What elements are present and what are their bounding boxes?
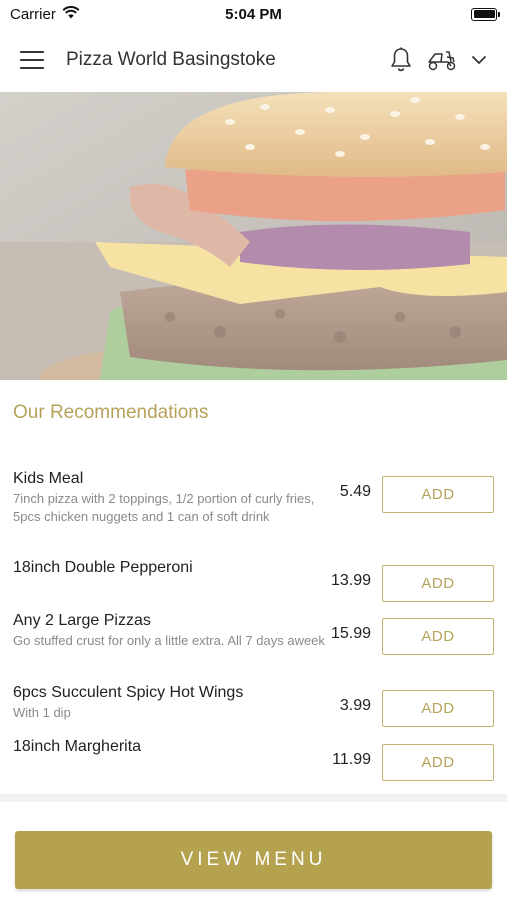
add-button[interactable]: ADD	[382, 744, 494, 781]
list-item: 18inch Margherita 11.99 ADD	[0, 737, 507, 781]
wifi-icon	[62, 5, 80, 23]
page-title: Pizza World Basingstoke	[66, 49, 276, 70]
scooter-icon[interactable]	[427, 48, 457, 72]
item-info: Kids Meal 7inch pizza with 2 toppings, 1…	[13, 469, 325, 526]
carrier-label: Carrier	[10, 5, 56, 23]
item-name: 18inch Margherita	[13, 738, 142, 755]
item-name: Kids Meal	[13, 470, 84, 487]
item-price: 15.99	[330, 625, 371, 642]
chevron-down-icon[interactable]	[471, 55, 487, 65]
item-description: With 1 dip	[13, 705, 71, 720]
menu-icon[interactable]	[20, 51, 44, 69]
item-price: 3.99	[339, 697, 371, 714]
list-item: Any 2 Large Pizzas Go stuffed crust for …	[0, 611, 507, 655]
item-info: Any 2 Large Pizzas Go stuffed crust for …	[13, 611, 325, 650]
view-menu-button[interactable]: VIEW MENU	[15, 831, 492, 889]
hero-image	[0, 92, 507, 380]
add-button[interactable]: ADD	[382, 565, 494, 602]
add-button[interactable]: ADD	[382, 618, 494, 655]
add-button[interactable]: ADD	[382, 476, 494, 513]
divider	[0, 794, 507, 802]
item-price: 5.49	[339, 483, 371, 500]
add-button[interactable]: ADD	[382, 690, 494, 727]
item-description: 7inch pizza with 2 toppings, 1/2 portion…	[13, 491, 315, 524]
item-info: 6pcs Succulent Spicy Hot Wings With 1 di…	[13, 683, 325, 722]
list-item: 18inch Double Pepperoni 13.99 ADD	[0, 558, 507, 602]
app-header: Pizza World Basingstoke	[0, 28, 507, 92]
item-info: 18inch Double Pepperoni	[13, 558, 325, 578]
item-price: 13.99	[330, 572, 371, 589]
header-actions	[389, 47, 487, 73]
recommendations-title: Our Recommendations	[13, 402, 209, 423]
status-bar: Carrier 5:04 PM	[0, 0, 507, 28]
item-info: 18inch Margherita	[13, 737, 325, 757]
item-description: Go stuffed crust for only a little extra…	[13, 633, 325, 648]
item-name: Any 2 Large Pizzas	[13, 612, 151, 629]
status-left: Carrier	[10, 6, 80, 23]
bell-icon[interactable]	[389, 47, 413, 73]
item-name: 6pcs Succulent Spicy Hot Wings	[13, 684, 244, 701]
list-item: Kids Meal 7inch pizza with 2 toppings, 1…	[0, 469, 507, 526]
battery-icon	[471, 7, 500, 21]
item-price: 11.99	[332, 751, 371, 768]
item-name: 18inch Double Pepperoni	[13, 559, 193, 576]
list-item: 6pcs Succulent Spicy Hot Wings With 1 di…	[0, 683, 507, 727]
